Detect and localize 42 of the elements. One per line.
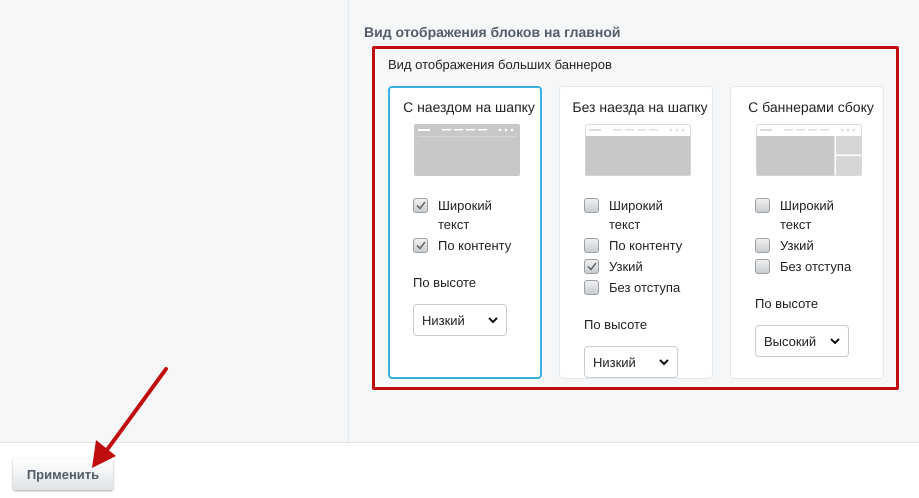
apply-button[interactable]: Применить (13, 459, 113, 490)
checkbox-label: Узкий (780, 237, 814, 255)
checkbox[interactable] (755, 259, 770, 274)
height-select[interactable]: Низкий (413, 304, 507, 336)
check-icon (586, 262, 596, 271)
option-title: С баннерами сбоку (747, 99, 875, 115)
checkbox[interactable] (584, 198, 599, 213)
height-label: По высоте (584, 317, 648, 332)
chevron-down-icon (830, 338, 840, 344)
layout-option-card[interactable]: С баннерами сбоку Широкий текст Узкий Без отступа По высоте Высокий (730, 86, 884, 379)
checkbox[interactable] (584, 238, 599, 253)
checkbox-label: Широкий текст (438, 197, 493, 234)
checkbox-label: По контенту (438, 237, 512, 255)
chevron-down-icon (488, 316, 498, 324)
layout-option-card[interactable]: Без наезда на шапку Широкий текст По контенту Узкий Без отступа По высоте Низкий (559, 86, 713, 379)
height-label: По высоте (413, 275, 478, 290)
checkbox-label: Широкий текст (780, 197, 835, 234)
height-select[interactable]: Низкий (584, 346, 678, 378)
group-title: Вид отображения больших баннеров (388, 57, 613, 72)
checkbox-label: Без отступа (609, 279, 680, 297)
checkbox[interactable] (755, 198, 770, 213)
checkbox-label: По контенту (609, 237, 682, 255)
layout-preview-icon (414, 124, 520, 176)
checkbox-label: Узкий (609, 258, 643, 276)
height-select[interactable]: Высокий (755, 325, 849, 357)
chevron-down-icon (659, 358, 669, 366)
checkbox[interactable] (413, 238, 428, 253)
option-title: С наездом на шапку (402, 99, 536, 115)
checkbox[interactable] (755, 238, 770, 253)
checkbox-label: Без отступа (780, 258, 852, 276)
layout-preview-icon (585, 124, 691, 176)
layout-preview-icon (756, 124, 862, 176)
checkbox-label: Широкий текст (609, 197, 664, 234)
check-icon (416, 241, 426, 250)
height-label: По высоте (755, 296, 820, 311)
section-title: Вид отображения блоков на главной (363, 23, 622, 42)
option-title: Без наезда на шапку (571, 99, 709, 115)
check-icon (416, 201, 426, 210)
checkbox[interactable] (584, 259, 599, 274)
layout-option-card[interactable]: С наездом на шапку Широкий текст По контенту По высоте Низкий (388, 86, 542, 379)
checkbox[interactable] (413, 198, 428, 213)
checkbox[interactable] (584, 280, 599, 295)
